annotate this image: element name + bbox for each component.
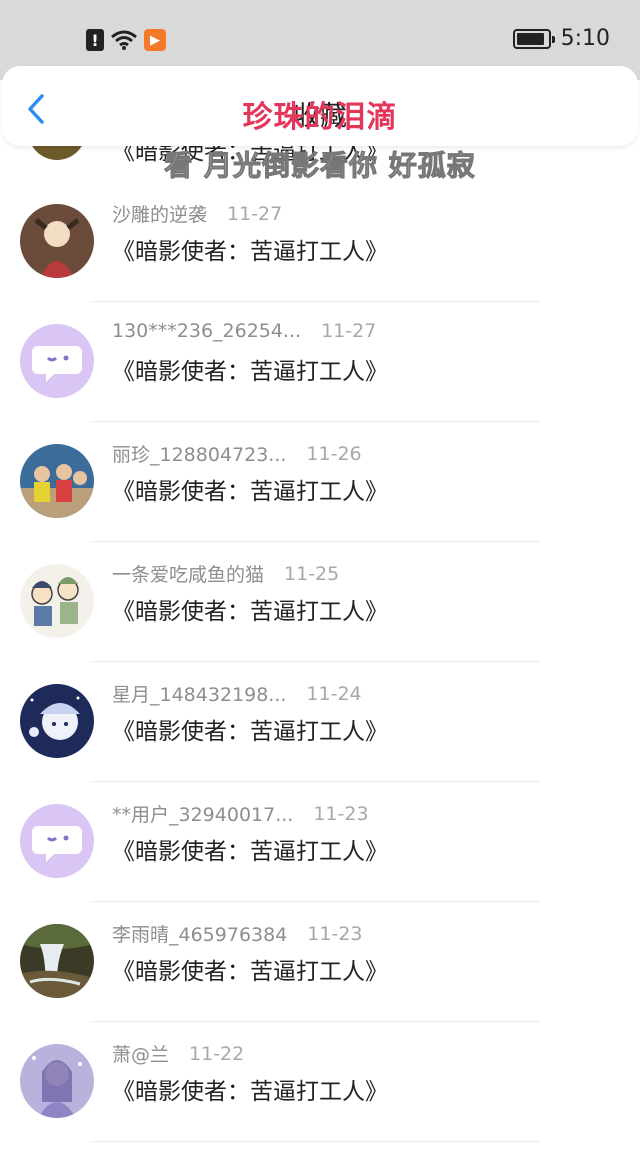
avatar <box>20 1044 94 1118</box>
list-item[interactable]: 萧@兰 11-22 《暗影使者：苦逼打工人》 <box>0 1022 640 1142</box>
username[interactable]: **用户_32940017... <box>112 800 293 827</box>
item-content: 《暗影使者：苦逼打工人》 <box>112 239 388 265</box>
date: 11-26 <box>306 442 362 465</box>
username[interactable]: 一条爱吃咸鱼的猫 <box>112 560 264 587</box>
username[interactable]: 沙雕的逆袭 <box>112 200 207 227</box>
wifi-icon <box>111 30 137 50</box>
video-caption-white: 看 月光倒影看你 好孤寂 <box>164 149 476 183</box>
avatar <box>20 804 94 878</box>
avatar <box>20 684 94 758</box>
battery-level <box>516 32 544 45</box>
avatar <box>20 444 94 518</box>
avatar <box>20 564 94 638</box>
status-icons: ! ▶ <box>86 28 166 52</box>
app-notification-icon: ▶ <box>144 29 166 51</box>
username[interactable]: 星月_148432198... <box>112 680 286 707</box>
username[interactable]: 李雨晴_465976384 <box>112 920 287 947</box>
date: 11-22 <box>189 1042 245 1065</box>
list-item[interactable]: 沙雕的逆袭 11-27 《暗影使者：苦逼打工人》 <box>0 182 640 302</box>
username[interactable]: 130***236_26254... <box>112 320 301 342</box>
list-item[interactable]: **用户_32940017... 11-23 《暗影使者：苦逼打工人》 <box>0 782 640 902</box>
item-content: 《暗影使者：苦逼打工人》 <box>112 479 388 505</box>
date: 11-24 <box>306 682 362 705</box>
date: 11-27 <box>227 202 283 225</box>
avatar <box>20 204 94 278</box>
divider <box>90 1141 540 1142</box>
list-item[interactable]: 丽珍_128804723... 11-26 《暗影使者：苦逼打工人》 <box>0 422 640 542</box>
list-item[interactable]: 一条爱吃咸鱼的猫 11-25 《暗影使者：苦逼打工人》 <box>0 542 640 662</box>
video-caption-red: 珍珠的泪滴 <box>242 100 398 135</box>
username[interactable]: 萧@兰 <box>112 1040 169 1067</box>
item-content: 《暗影使者：苦逼打工人》 <box>112 959 388 985</box>
avatar <box>20 924 94 998</box>
item-content: 《暗影使者：苦逼打工人》 <box>112 719 388 745</box>
list-item[interactable]: 李雨晴_465976384 11-23 《暗影使者：苦逼打工人》 <box>0 902 640 1022</box>
date: 11-25 <box>284 562 340 585</box>
item-content: 《暗影使者：苦逼打工人》 <box>112 839 388 865</box>
alert-icon: ! <box>86 29 104 51</box>
avatar <box>20 324 94 398</box>
item-content: 《暗影使者：苦逼打工人》 <box>112 1079 388 1105</box>
battery-icon <box>512 28 555 49</box>
nav-bar: 收藏 珍珠的泪滴 <box>2 66 638 146</box>
status-time: 5:10 <box>560 26 610 51</box>
username[interactable]: 丽珍_128804723... <box>112 440 286 467</box>
list-item[interactable]: 130***236_26254... 11-27 《暗影使者：苦逼打工人》 <box>0 302 640 422</box>
date: 11-23 <box>307 922 363 945</box>
date: 11-23 <box>313 802 369 825</box>
item-content: 《暗影使者：苦逼打工人》 <box>112 359 388 385</box>
item-content: 《暗影使者：苦逼打工人》 <box>112 599 388 625</box>
date: 11-27 <box>321 320 377 342</box>
list-item[interactable]: 星月_148432198... 11-24 《暗影使者：苦逼打工人》 <box>0 662 640 782</box>
